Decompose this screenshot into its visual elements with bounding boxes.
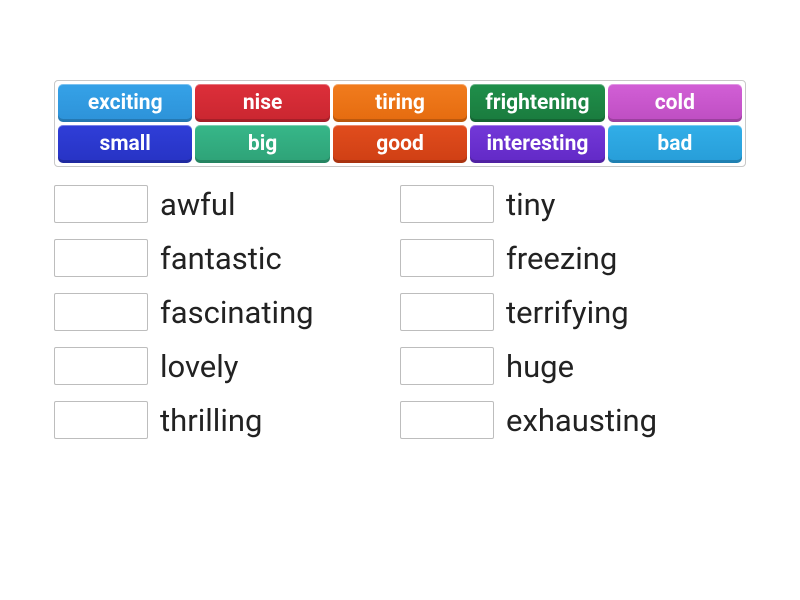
- tile-label: cold: [655, 91, 695, 115]
- drop-slot[interactable]: [400, 185, 494, 223]
- tile-label: tiring: [375, 91, 425, 115]
- target-item: exhausting: [400, 401, 746, 439]
- target-label: exhausting: [506, 402, 657, 439]
- word-tile-nise[interactable]: nise: [195, 84, 329, 122]
- word-bank-row: exciting nise tiring frightening cold: [58, 84, 742, 122]
- target-label: huge: [506, 348, 574, 385]
- drop-slot[interactable]: [54, 401, 148, 439]
- word-tile-tiring[interactable]: tiring: [333, 84, 467, 122]
- word-bank-row: small big good interesting bad: [58, 125, 742, 163]
- tile-label: good: [376, 132, 424, 156]
- target-item: awful: [54, 185, 400, 223]
- target-grid: awful tiny fantastic freezing fascinatin…: [54, 185, 746, 439]
- tile-label: interesting: [487, 132, 589, 156]
- drop-slot[interactable]: [54, 293, 148, 331]
- exercise-stage: exciting nise tiring frightening cold sm…: [0, 0, 800, 439]
- drop-slot[interactable]: [400, 293, 494, 331]
- target-item: thrilling: [54, 401, 400, 439]
- target-label: freezing: [506, 240, 617, 277]
- word-tile-interesting[interactable]: interesting: [470, 125, 604, 163]
- tile-label: small: [100, 132, 151, 156]
- tile-label: nise: [243, 91, 282, 115]
- word-tile-big[interactable]: big: [195, 125, 329, 163]
- target-label: terrifying: [506, 294, 629, 331]
- word-tile-cold[interactable]: cold: [608, 84, 742, 122]
- word-tile-exciting[interactable]: exciting: [58, 84, 192, 122]
- drop-slot[interactable]: [400, 347, 494, 385]
- target-item: terrifying: [400, 293, 746, 331]
- tile-label: exciting: [88, 91, 163, 115]
- target-item: lovely: [54, 347, 400, 385]
- target-item: tiny: [400, 185, 746, 223]
- tile-label: bad: [657, 132, 692, 156]
- word-bank: exciting nise tiring frightening cold sm…: [54, 80, 746, 167]
- drop-slot[interactable]: [54, 185, 148, 223]
- word-tile-frightening[interactable]: frightening: [470, 84, 604, 122]
- drop-slot[interactable]: [400, 239, 494, 277]
- drop-slot[interactable]: [400, 401, 494, 439]
- target-label: thrilling: [160, 402, 262, 439]
- drop-slot[interactable]: [54, 347, 148, 385]
- target-item: fascinating: [54, 293, 400, 331]
- target-item: huge: [400, 347, 746, 385]
- target-label: lovely: [160, 348, 238, 385]
- target-label: fascinating: [160, 294, 314, 331]
- word-tile-small[interactable]: small: [58, 125, 192, 163]
- target-label: fantastic: [160, 240, 282, 277]
- target-label: awful: [160, 186, 236, 223]
- target-item: fantastic: [54, 239, 400, 277]
- target-label: tiny: [506, 186, 555, 223]
- word-tile-good[interactable]: good: [333, 125, 467, 163]
- tile-label: frightening: [485, 91, 589, 115]
- target-item: freezing: [400, 239, 746, 277]
- word-tile-bad[interactable]: bad: [608, 125, 742, 163]
- drop-slot[interactable]: [54, 239, 148, 277]
- tile-label: big: [248, 132, 277, 156]
